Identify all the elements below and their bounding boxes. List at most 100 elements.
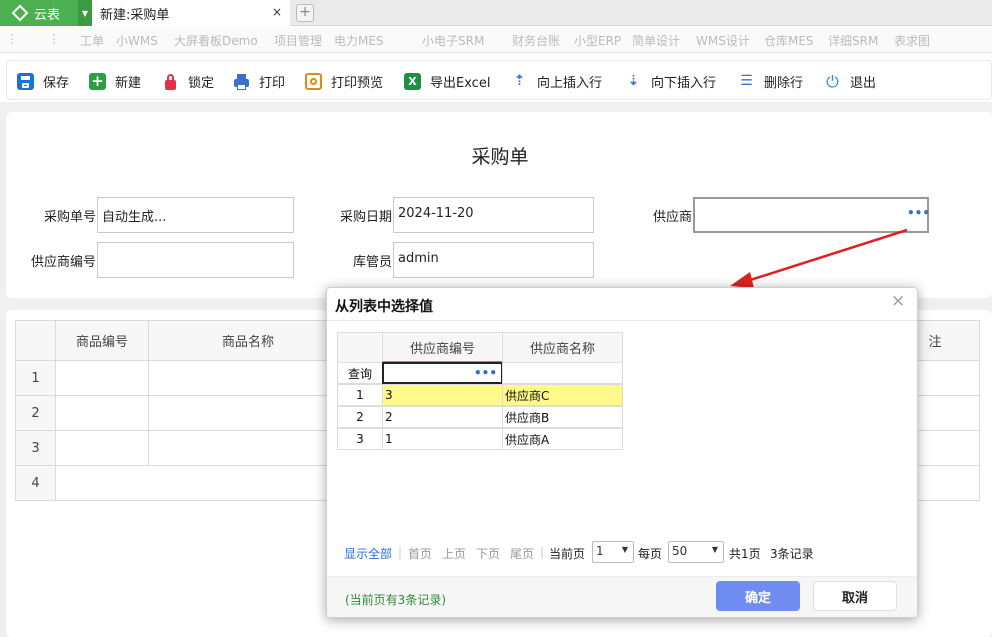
row-number[interactable]: 3 (337, 428, 383, 450)
supplier-code-cell[interactable]: 1 (382, 428, 503, 450)
close-tab-icon[interactable]: × (272, 5, 282, 19)
tab-bar: 云表 ▼ 新建:采购单 × + (0, 0, 992, 26)
cancel-button[interactable]: 取消 (813, 581, 897, 611)
menu-item[interactable]: 电力MES (334, 32, 384, 49)
row-number[interactable]: 2 (337, 406, 383, 428)
app-brand[interactable]: 云表 (0, 0, 78, 26)
ok-button[interactable]: 确定 (716, 581, 800, 611)
excel-icon: X (404, 72, 421, 90)
module-menu-bar: ⋮ ⋮ 工单 小WMS 大屏看板Demo 项目管理 电力MES 小电子SRM 财… (0, 27, 992, 53)
order-no-label: 采购单号 (43, 210, 96, 225)
exit-button[interactable]: ⏻ 退出 (824, 71, 876, 91)
add-tab-icon[interactable]: + (296, 4, 314, 22)
supplier-name-cell[interactable]: 供应商C (502, 384, 623, 406)
supplier-code-cell[interactable]: 3 (382, 384, 503, 406)
grid-row-number[interactable]: 4 (15, 465, 56, 501)
power-icon: ⏻ (826, 71, 839, 91)
menu-item[interactable]: 项目管理 (274, 32, 322, 49)
dialog-divider (327, 320, 917, 321)
new-label: 新建 (115, 75, 142, 91)
new-button[interactable]: + 新建 (89, 71, 141, 91)
column-header-supplier-name[interactable]: 供应商名称 (502, 332, 623, 363)
order-date-field[interactable]: 2024-11-20 (393, 197, 594, 233)
brand-dropdown-icon[interactable]: ▼ (78, 0, 92, 26)
supplier-code-label: 供应商编号 (30, 255, 96, 270)
menu-item[interactable]: WMS设计 (696, 32, 750, 49)
grid-row-number[interactable]: 1 (15, 360, 56, 396)
chevron-down-icon: ▼ (711, 545, 718, 554)
row-number[interactable]: 1 (337, 384, 383, 406)
prev-page-link[interactable]: 上页 (442, 545, 466, 562)
menu-item[interactable]: 小型ERP (574, 32, 621, 49)
grid-header[interactable]: 商品编号 (55, 320, 149, 361)
tab-title: 新建:采购单 (100, 7, 170, 23)
export-excel-button[interactable]: X 导出Excel (404, 71, 490, 91)
insert-row-up-icon: ⇡ (513, 72, 526, 89)
order-no-field[interactable]: 自动生成... (97, 197, 294, 233)
first-page-link[interactable]: 首页 (408, 545, 432, 562)
insert-row-down-label: 向下插入行 (651, 75, 717, 91)
last-page-link[interactable]: 尾页 (510, 545, 534, 562)
exit-label: 退出 (850, 75, 877, 91)
arrow-shaft (743, 228, 908, 284)
query-picker-icon[interactable]: ••• (474, 366, 497, 380)
insert-row-up-label: 向上插入行 (537, 75, 603, 91)
print-preview-label: 打印预览 (331, 75, 384, 91)
total-pages: 共1页 (729, 547, 761, 561)
supplier-code-field[interactable] (97, 242, 294, 278)
insert-row-down-icon: ⇣ (627, 72, 640, 89)
menu-item[interactable]: 小电子SRM (422, 32, 484, 49)
menu-item[interactable]: 大屏看板Demo (174, 32, 258, 49)
chevron-down-icon: ▼ (621, 545, 628, 554)
grid-cell[interactable] (148, 395, 348, 431)
brand-logo-icon (11, 4, 29, 22)
add-icon: + (89, 72, 106, 90)
insert-row-up-button[interactable]: ⇡ 向上插入行 (511, 71, 602, 91)
show-all-link[interactable]: 显示全部 (344, 545, 392, 562)
delete-row-button[interactable]: ☰ 删除行 (738, 71, 803, 91)
menu-left-marker: ⋮ (48, 32, 60, 46)
grid-header[interactable]: 商品名称 (148, 320, 348, 361)
supplier-name-cell[interactable]: 供应商A (502, 428, 623, 450)
lock-button[interactable]: 锁定 (162, 71, 214, 91)
total-records: 3条记录 (770, 547, 814, 561)
brand-label: 云表 (34, 7, 61, 23)
supplier-picker-icon[interactable]: ••• (907, 206, 930, 220)
grid-cell[interactable] (55, 360, 149, 396)
menu-item[interactable]: 小WMS (116, 32, 158, 49)
grid-cell[interactable] (55, 465, 349, 501)
menu-item[interactable]: 详细SRM (828, 32, 878, 49)
grid-cell[interactable] (148, 430, 348, 466)
query-input[interactable]: ••• (382, 362, 503, 384)
menu-item[interactable]: 仓库MES (764, 32, 814, 49)
menu-item[interactable]: 财务台账 (512, 32, 560, 49)
next-page-link[interactable]: 下页 (476, 545, 500, 562)
print-preview-icon (305, 72, 322, 90)
menu-item[interactable]: 表求图 (894, 32, 930, 49)
current-page-select[interactable]: 1 ▼ (592, 541, 634, 563)
insert-row-down-button[interactable]: ⇣ 向下插入行 (625, 71, 716, 91)
query-label: 查询 (337, 362, 383, 384)
query-input[interactable] (502, 362, 623, 384)
grid-row-number[interactable]: 3 (15, 430, 56, 466)
dialog-title: 从列表中选择值 (335, 299, 433, 315)
pagination-divider: | (398, 545, 403, 559)
print-button[interactable]: 打印 (233, 71, 285, 91)
tab-purchase-order[interactable]: 新建:采购单 (92, 0, 290, 26)
menu-item[interactable]: 简单设计 (632, 32, 680, 49)
supplier-name-cell[interactable]: 供应商B (502, 406, 623, 428)
grid-cell[interactable] (55, 395, 149, 431)
keeper-field[interactable]: admin (393, 242, 594, 278)
save-button[interactable]: 保存 (17, 71, 69, 91)
supplier-code-cell[interactable]: 2 (382, 406, 503, 428)
print-icon (233, 73, 250, 90)
grid-row-number[interactable]: 2 (15, 395, 56, 431)
grid-cell[interactable] (55, 430, 149, 466)
per-page-select[interactable]: 50 ▼ (668, 541, 724, 563)
print-label: 打印 (259, 75, 286, 91)
column-header-supplier-code[interactable]: 供应商编号 (382, 332, 503, 363)
menu-item[interactable]: 工单 (80, 32, 104, 49)
close-icon[interactable]: × (891, 291, 905, 311)
print-preview-button[interactable]: 打印预览 (305, 71, 383, 91)
grid-cell[interactable] (148, 360, 348, 396)
